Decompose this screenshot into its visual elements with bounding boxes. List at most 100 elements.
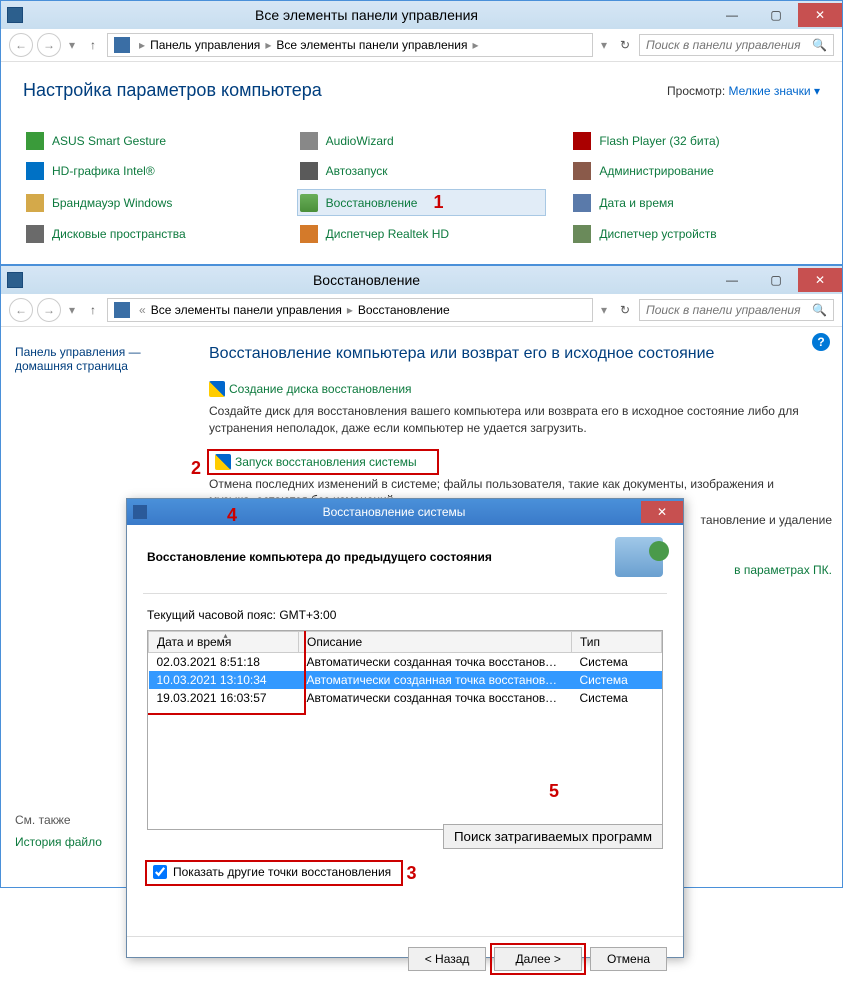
next-button[interactable]: Далее > [494,947,582,971]
breadcrumb-current[interactable]: Все элементы панели управления [276,38,467,52]
back-button[interactable]: < Назад [408,947,487,971]
back-button[interactable]: ← [9,33,33,57]
history-dropdown[interactable]: ▾ [65,38,79,52]
breadcrumb-root[interactable]: Все элементы панели управления [151,303,342,317]
cell-date: 02.03.2021 8:51:18 [149,653,299,672]
cp-item-label: Диспетчер Realtek HD [326,227,449,241]
cp-item-дисковые-пространства[interactable]: Дисковые пространства [23,222,273,246]
up-button[interactable]: ↑ [83,300,103,320]
cell-desc: Автоматически созданная точка восстановл… [299,689,572,707]
refresh-button[interactable]: ↻ [615,35,635,55]
close-button[interactable]: ✕ [798,3,842,27]
cell-date: 19.03.2021 16:03:57 [149,689,299,707]
restore-point-row[interactable]: 02.03.2021 8:51:18Автоматически созданна… [149,653,662,672]
breadcrumb-current[interactable]: Восстановление [358,303,450,317]
maximize-button[interactable]: ▢ [754,268,798,292]
navigation-bar: ← → ▾ ↑ « Все элементы панели управления… [1,294,842,327]
search-input[interactable] [646,303,812,317]
intel-icon [26,162,44,180]
realtek-icon [300,225,318,243]
search-box[interactable]: 🔍 [639,299,834,321]
cp-item-диспетчер-realtek-hd[interactable]: Диспетчер Realtek HD [297,222,547,246]
search-input[interactable] [646,38,812,52]
annotation-5: 5 [549,781,559,802]
show-more-points-label[interactable]: Показать другие точки восстановления [173,865,391,879]
forward-button[interactable]: → [37,298,61,322]
back-button[interactable]: ← [9,298,33,322]
cp-item-label: Автозапуск [326,164,388,178]
annotation-3: 3 [406,863,416,883]
view-selector: Просмотр: Мелкие значки ▾ [667,84,820,98]
cell-date: 10.03.2021 13:10:34 [149,671,299,689]
scan-programs-button[interactable]: Поиск затрагиваемых программ [443,824,663,849]
dialog-titlebar: Восстановление системы ✕ [127,499,683,525]
cp-item-label: Администрирование [599,164,713,178]
cp-item-audiowizard[interactable]: AudioWizard [297,129,547,153]
view-dropdown[interactable]: Мелкие значки ▾ [729,84,820,98]
breadcrumb-dropdown[interactable]: ▾ [597,38,611,52]
main-title: Восстановление компьютера или возврат ег… [209,345,818,363]
page-title: Настройка параметров компьютера [23,80,322,101]
up-button[interactable]: ↑ [83,35,103,55]
search-icon: 🔍 [812,38,827,52]
forward-button[interactable]: → [37,33,61,57]
col-date[interactable]: Дата и время▴ [149,632,299,653]
cp-item-label: AudioWizard [326,134,394,148]
annotation-1: 1 [433,192,443,213]
minimize-button[interactable]: — [710,268,754,292]
close-button[interactable]: ✕ [798,268,842,292]
navigation-bar: ← → ▾ ↑ ▸ Панель управления ▸ Все элемен… [1,29,842,62]
window-title: Восстановление [23,272,710,288]
breadcrumb[interactable]: ▸ Панель управления ▸ Все элементы панел… [107,33,593,57]
create-recovery-disk-link[interactable]: Создание диска восстановления [209,381,412,397]
cp-item-дата-и-время[interactable]: Дата и время [570,189,820,216]
cell-type: Система [572,689,662,707]
firewall-icon [26,194,44,212]
disk-icon [26,225,44,243]
sidebar-home[interactable]: Панель управления — домашняя страница [15,345,187,373]
restore-points-table[interactable]: Дата и время▴ Описание Тип 02.03.2021 8:… [147,630,663,830]
titlebar: Все элементы панели управления — ▢ ✕ [1,1,842,29]
minimize-button[interactable]: — [710,3,754,27]
cp-item-label: Дата и время [599,196,673,210]
app-icon [7,272,23,288]
cp-item-hd-графика-intel-[interactable]: HD-графика Intel® [23,159,273,183]
control-panel-window: Все элементы панели управления — ▢ ✕ ← →… [0,0,843,265]
cp-item-администрирование[interactable]: Администрирование [570,159,820,183]
cell-type: Система [572,671,662,689]
cell-desc: Автоматически созданная точка восстановл… [299,653,572,672]
history-dropdown[interactable]: ▾ [65,303,79,317]
date-icon [573,194,591,212]
recovery-icon [300,194,318,212]
autorun-icon [300,162,318,180]
audio-icon [300,132,318,150]
cp-item-label: Восстановление [326,196,418,210]
app-icon [7,7,23,23]
cp-item-label: Диспетчер устройств [599,227,716,241]
cp-item-восстановление[interactable]: Восстановление 1 [297,189,547,216]
cp-item-диспетчер-устройств[interactable]: Диспетчер устройств [570,222,820,246]
device-icon [573,225,591,243]
col-desc[interactable]: Описание [299,632,572,653]
breadcrumb[interactable]: « Все элементы панели управления ▸ Восст… [107,298,593,322]
restore-point-row[interactable]: 19.03.2021 16:03:57Автоматически созданн… [149,689,662,707]
cp-item-flash-player-32-бита-[interactable]: Flash Player (32 бита) [570,129,820,153]
restore-point-row[interactable]: 10.03.2021 13:10:34Автоматически созданн… [149,671,662,689]
breadcrumb-dropdown[interactable]: ▾ [597,303,611,317]
search-box[interactable]: 🔍 [639,34,834,56]
cancel-button[interactable]: Отмена [590,947,667,971]
start-system-restore-link[interactable]: Запуск восстановления системы [209,451,423,473]
col-type[interactable]: Тип [572,632,662,653]
dialog-close-button[interactable]: ✕ [641,501,683,523]
create-recovery-desc: Создайте диск для восстановления вашего … [209,403,818,437]
breadcrumb-root[interactable]: Панель управления [150,38,260,52]
control-panel-icon [114,37,130,53]
cp-item-label: Flash Player (32 бита) [599,134,719,148]
cp-item-asus-smart-gesture[interactable]: ASUS Smart Gesture [23,129,273,153]
cp-item-брандмауэр-windows[interactable]: Брандмауэр Windows [23,189,273,216]
show-more-points-checkbox[interactable] [153,865,167,879]
cp-item-автозапуск[interactable]: Автозапуск [297,159,547,183]
refresh-button[interactable]: ↻ [615,300,635,320]
titlebar: Восстановление — ▢ ✕ [1,266,842,294]
maximize-button[interactable]: ▢ [754,3,798,27]
